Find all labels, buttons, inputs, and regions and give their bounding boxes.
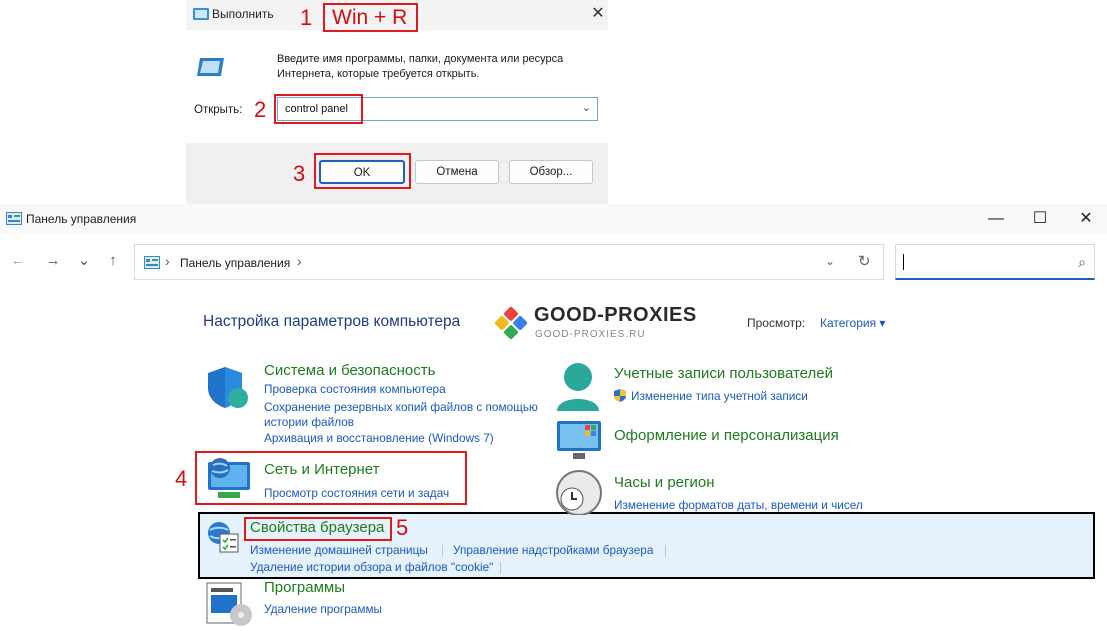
control-panel-window: Панель управления — ☐ ✕ ← → ⌄ ↑ › Панель…	[0, 204, 1107, 631]
link-backup-restore-win7[interactable]: Архивация и восстановление (Windows 7)	[264, 431, 494, 445]
annotation-hotkey: Win + R	[332, 6, 408, 29]
run-app-icon	[193, 8, 209, 20]
category-user-accounts[interactable]: Учетные записи пользователей	[614, 365, 833, 382]
cp-title-bar: Панель управления — ☐ ✕	[0, 204, 1107, 234]
control-panel-icon	[144, 256, 160, 269]
link-divider	[500, 562, 501, 574]
maximize-icon[interactable]: ☐	[1028, 207, 1052, 231]
forward-arrow-icon[interactable]: →	[43, 250, 63, 272]
close-icon[interactable]: ✕	[590, 4, 606, 24]
annotation-step-3: 3	[293, 161, 306, 186]
chevron-down-icon[interactable]: ⌄	[825, 254, 835, 268]
link-divider	[442, 545, 443, 557]
run-program-icon	[197, 58, 224, 76]
address-bar[interactable]: › Панель управления › ⌄ ↻	[134, 244, 884, 280]
browse-button[interactable]: Обзор...	[509, 160, 593, 184]
logo-wordmark: GOOD-PROXIES	[534, 304, 697, 326]
annotation-step-1: 1	[300, 5, 313, 30]
view-by-dropdown[interactable]: Категория ▾	[820, 316, 885, 330]
annotation-step-5: 5	[396, 515, 409, 540]
run-title: Выполнить	[212, 7, 274, 21]
uac-shield-icon	[614, 389, 626, 402]
link-change-date-formats[interactable]: Изменение форматов даты, времени и чисел	[614, 498, 863, 512]
up-arrow-icon[interactable]: ↑	[103, 250, 123, 272]
run-description: Введите имя программы, папки, документа …	[277, 53, 564, 80]
cancel-button[interactable]: Отмена	[415, 160, 499, 184]
link-manage-addons[interactable]: Управление надстройками браузера	[453, 543, 653, 557]
internet-options-icon	[208, 522, 239, 553]
link-file-history-backup[interactable]: Сохранение резервных копий файлов с помо…	[264, 400, 538, 414]
cp-title: Панель управления	[26, 212, 137, 226]
back-arrow-icon[interactable]: ←	[8, 250, 28, 272]
open-label: Открыть:	[194, 104, 243, 116]
minimize-icon[interactable]: —	[984, 207, 1008, 231]
annotation-box-win-r: Win + R	[323, 3, 418, 32]
programs-icon	[206, 582, 252, 626]
chevron-down-icon[interactable]: ⌄	[582, 101, 591, 114]
good-proxies-logo: GOOD-PROXIES GOOD-PROXIES.RU	[490, 302, 710, 344]
logo-diamond-icon	[494, 306, 528, 340]
search-input[interactable]: ⌕	[895, 244, 1095, 280]
link-check-computer-status[interactable]: Проверка состояния компьютера	[264, 382, 446, 396]
refresh-icon[interactable]: ↻	[858, 252, 871, 270]
link-delete-history-cookies[interactable]: Удаление истории обзора и файлов "cookie…	[250, 560, 493, 574]
clock-region-icon	[556, 470, 602, 515]
annotation-box-input	[274, 94, 363, 124]
category-system-security[interactable]: Система и безопасность	[264, 362, 435, 379]
breadcrumb-control-panel[interactable]: Панель управления	[180, 256, 290, 270]
category-programs[interactable]: Программы	[264, 579, 345, 596]
control-panel-icon	[6, 212, 22, 225]
category-clock-region[interactable]: Часы и регион	[614, 474, 715, 491]
link-uninstall-program[interactable]: Удаление программы	[264, 602, 382, 616]
annotation-box-network	[195, 451, 467, 505]
category-appearance[interactable]: Оформление и персонализация	[614, 427, 839, 444]
text-caret	[903, 254, 904, 270]
view-by-label: Просмотр:	[747, 316, 806, 330]
annotation-step-2: 2	[254, 97, 267, 122]
user-accounts-icon	[557, 363, 599, 411]
navigation-bar: ← → ⌄ ↑ › Панель управления › ⌄ ↻ ⌕	[0, 240, 1107, 284]
appearance-icon	[557, 421, 601, 459]
recent-locations-icon[interactable]: ⌄	[74, 250, 94, 272]
link-divider	[665, 545, 666, 557]
breadcrumb-separator-icon[interactable]: ›	[165, 253, 170, 269]
search-icon[interactable]: ⌕	[1078, 254, 1086, 271]
link-change-account-type[interactable]: Изменение типа учетной записи	[631, 389, 808, 403]
breadcrumb-separator-icon[interactable]: ›	[297, 253, 302, 269]
annotation-box-ok	[314, 153, 411, 189]
link-file-history-backup-cont[interactable]: истории файлов	[264, 415, 354, 429]
annotation-box-browser-properties	[244, 517, 392, 541]
annotation-step-4: 4	[175, 466, 188, 491]
logo-subtitle: GOOD-PROXIES.RU	[535, 329, 646, 340]
page-title: Настройка параметров компьютера	[203, 313, 461, 330]
link-change-home-page[interactable]: Изменение домашней страницы	[250, 543, 428, 557]
close-icon[interactable]: ✕	[1074, 207, 1098, 231]
shield-icon	[208, 367, 248, 408]
